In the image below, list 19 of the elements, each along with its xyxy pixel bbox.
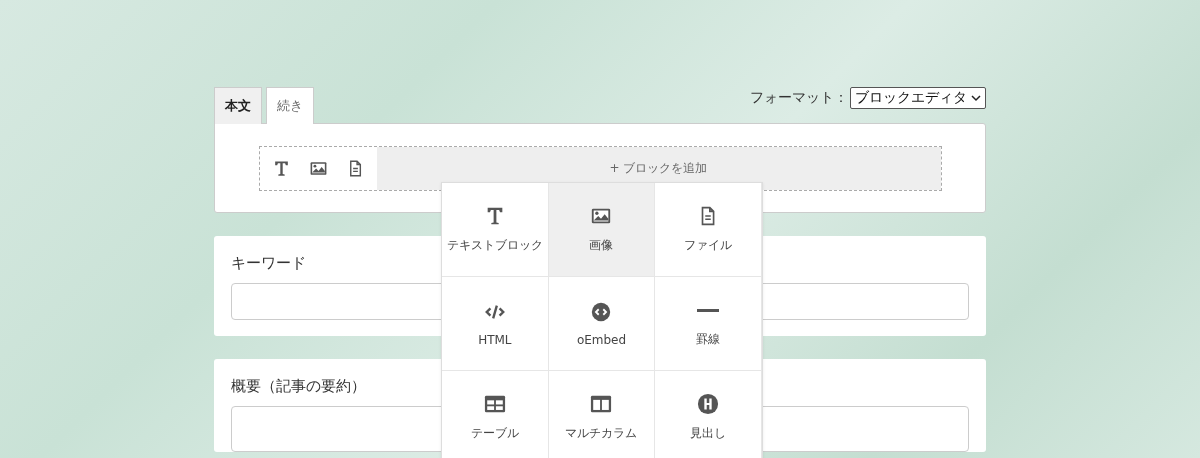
block-menu-item[interactable]: 画像 xyxy=(548,183,656,277)
format-label: フォーマット： xyxy=(750,89,848,107)
columns-icon xyxy=(590,393,613,415)
block-menu-item[interactable]: oEmbed xyxy=(548,277,656,371)
field-label: 概要（記事の要約） xyxy=(231,377,367,396)
block-menu-item[interactable]: ファイル xyxy=(655,183,762,277)
table-icon xyxy=(483,393,506,415)
heading-icon xyxy=(697,393,720,415)
block-menu-item[interactable]: テキストブロック xyxy=(442,183,549,277)
block-menu-item[interactable]: テーブル xyxy=(442,371,549,458)
field-label: キーワード xyxy=(231,254,307,273)
horizontal-line-icon xyxy=(697,308,720,312)
format-select[interactable]: ブロックエディタ xyxy=(850,87,986,109)
caret-icon xyxy=(971,94,981,102)
editor-tab[interactable]: 続き xyxy=(266,87,314,124)
block-menu-item[interactable]: HTML xyxy=(442,277,549,371)
editor-tab[interactable]: 本文 xyxy=(214,87,262,124)
embed-icon xyxy=(590,300,613,323)
block-menu-item[interactable]: 罫線 xyxy=(655,277,762,371)
